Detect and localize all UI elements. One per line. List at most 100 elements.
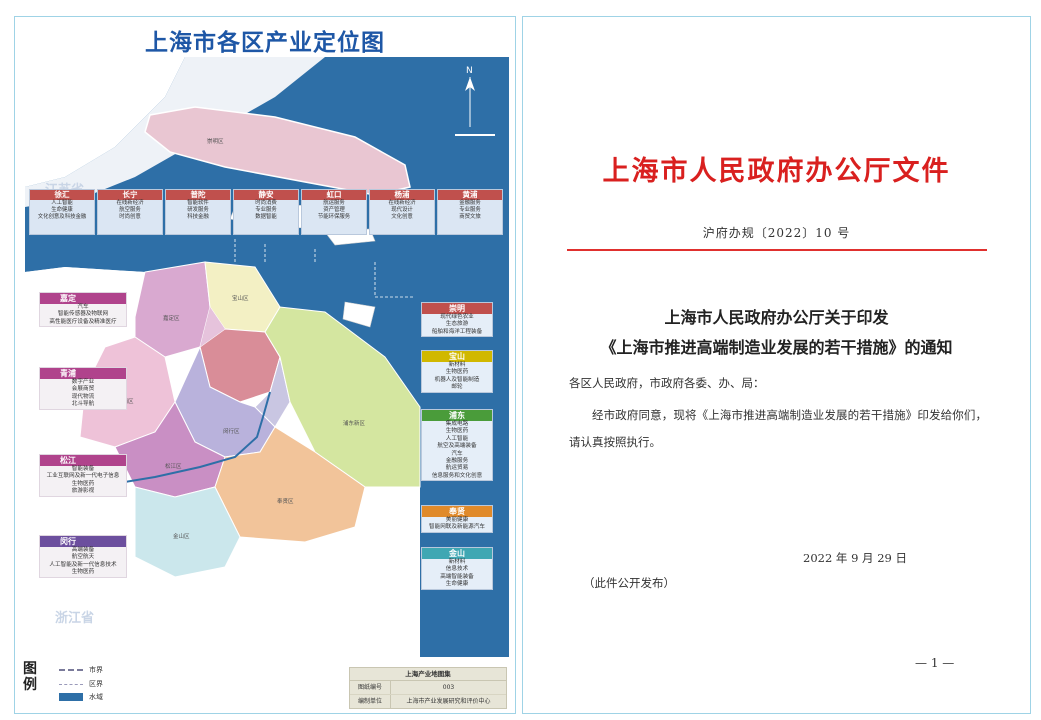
district-box: 奉贤 美丽健康 智能网联及新能源汽车	[421, 505, 493, 533]
district-industry: 现代设计	[391, 207, 413, 213]
district-industry: 旅游影视	[71, 488, 95, 495]
atlas-value: 上海市产业发展研究和评价中心	[406, 698, 491, 705]
district-box-title: 闵行	[40, 536, 126, 547]
district-industry: 汽车	[451, 450, 463, 457]
atlas-info-block: 上海产业地图集 图纸编号 003 编制单位 上海市产业发展研究和评价中心	[349, 667, 507, 709]
district-box-title: 虹口	[302, 190, 366, 200]
dotted-line-icon	[59, 683, 83, 685]
district-industry: 航空及高端装备	[437, 443, 477, 450]
district-industry: 生命健康	[445, 581, 469, 588]
district-industry: 生物医药	[71, 569, 95, 576]
district-industry: 生物医药	[445, 369, 469, 376]
district-industry: 在线新经济	[116, 200, 144, 206]
district-industry: 船舶和海洋工程装备	[431, 328, 483, 335]
district-industry: 航运贸易	[445, 465, 469, 472]
district-box-title: 杨浦	[370, 190, 434, 200]
district-box-title: 长宁	[98, 190, 162, 200]
document-number: 沪府办规〔2022〕10 号	[702, 226, 851, 240]
district-industry: 信息服务和文化创意	[431, 472, 483, 479]
map-title: 上海市各区产业定位图	[145, 30, 385, 56]
district-box: 虹口 航运服务 资产管理 节能环保服务	[301, 189, 367, 235]
district-industry: 资产管理	[323, 207, 345, 213]
district-industry: 智能软件	[187, 200, 209, 206]
district-industry: 航空航天	[71, 554, 95, 561]
district-industry: 工业互联网及新一代电子信息	[46, 473, 120, 480]
document-body: 经市政府同意，现将《上海市推进高端制造业发展的若干措施》印发给你们，请认真按照执…	[569, 408, 987, 449]
district-industry: 生命健康	[51, 207, 73, 213]
district-industry: 文化创意	[391, 214, 413, 220]
district-box-title: 徐汇	[30, 190, 94, 200]
district-box-title: 青浦	[40, 368, 126, 379]
district-box: 金山 新材料 信息技术 高端智能装备 生命健康	[421, 547, 493, 590]
legend-title: 图例	[23, 661, 37, 693]
legend-label: 水域	[89, 693, 103, 701]
district-industry: 智能网联及新能源汽车	[429, 524, 485, 531]
district-industry: 高性能医疗设备及精准医疗	[49, 318, 117, 325]
red-divider	[567, 249, 987, 251]
atlas-row: 图纸编号 003	[350, 681, 506, 695]
district-box: 杨浦 在线新经济 现代设计 文化创意	[369, 189, 435, 235]
district-box-title: 浦东	[422, 410, 492, 421]
jiading-district	[134, 261, 211, 358]
atlas-title: 上海产业地图集	[350, 668, 506, 681]
district-box-title: 普陀	[166, 190, 230, 200]
atlas-key: 编制单位	[350, 695, 391, 708]
district-box: 静安 时尚消费 专业服务 数据智能	[233, 189, 299, 235]
district-box: 浦东 集成电路 生物医药 人工智能 航空及高端装备 汽车 金融服务 航运贸易 信…	[421, 409, 493, 482]
document-salutation: 各区人民政府，市政府各委、办、局：	[569, 376, 765, 390]
district-industry: 商贸文旅	[459, 214, 481, 220]
atlas-row: 编制单位 上海市产业发展研究和评价中心	[350, 695, 506, 708]
district-box-title: 奉贤	[422, 506, 492, 517]
jinshan-map-label: 金山区	[173, 534, 190, 540]
jiading-map-label: 嘉定区	[163, 316, 180, 322]
page-number: — 1 —	[915, 656, 955, 670]
district-industry: 数据智能	[255, 214, 277, 220]
district-box: 闵行 高端装备 航空航天 人工智能及新一代信息技术 生物医药	[39, 535, 127, 578]
legend-label: 市界	[89, 666, 103, 674]
district-box: 崇明 现代绿色农业 生态旅游 船舶和海洋工程装备	[421, 302, 493, 338]
district-box: 普陀 智能软件 研发服务 科技金融	[165, 189, 231, 235]
district-industry: 时尚创意	[119, 214, 141, 220]
district-industry: 航运服务	[323, 200, 345, 206]
district-industry: 信息技术	[445, 566, 469, 573]
district-industry: 航空服务	[119, 207, 141, 213]
zhejiang-label: 浙江省	[55, 611, 95, 626]
district-industry: 邮轮	[451, 384, 463, 391]
district-industry: 文化创意及科技金融	[37, 214, 87, 220]
district-box-title: 金山	[422, 548, 492, 559]
district-box-title: 静安	[234, 190, 298, 200]
district-box: 松江 智能装备 工业互联网及新一代电子信息 生物医药 旅游影视	[39, 454, 127, 497]
document-title-line2: 《上海市推进高端制造业发展的若干措施》的通知	[600, 338, 953, 357]
district-box: 长宁 在线新经济 航空服务 时尚创意	[97, 189, 163, 235]
district-industry: 生态旅游	[445, 321, 469, 328]
district-box-title: 黄浦	[438, 190, 502, 200]
atlas-value: 003	[442, 684, 455, 691]
fengxian-map-label: 奉贤区	[277, 499, 294, 505]
district-industry: 会展商贸	[71, 386, 95, 393]
district-industry: 专业服务	[255, 207, 277, 213]
songjiang-map-label: 松江区	[165, 464, 182, 470]
baoshan-map-label: 宝山区	[232, 296, 249, 302]
svg-text:N: N	[466, 66, 473, 76]
document-title-line1: 上海市人民政府办公厅关于印发	[664, 308, 889, 327]
minhang-map-label: 闵行区	[223, 429, 240, 435]
pudong-map-label: 浦东新区	[343, 421, 366, 427]
legend-item-water: 水域	[59, 692, 103, 702]
legend-item-city-boundary: 市界	[59, 665, 103, 675]
district-box-title: 松江	[40, 455, 126, 466]
district-industry: 金融服务	[459, 200, 481, 206]
district-industry: 生物医药	[445, 428, 469, 435]
legend-item-district-boundary: 区界	[59, 679, 103, 689]
district-box-title: 崇明	[422, 303, 492, 314]
legend-label: 区界	[89, 680, 103, 688]
district-box-title: 嘉定	[40, 293, 126, 304]
district-industry: 在线新经济	[388, 200, 416, 206]
district-industry: 人工智能	[51, 200, 73, 206]
district-industry: 智能传感器及物联网	[57, 311, 109, 318]
district-industry: 节能环保服务	[317, 214, 351, 220]
map-panel: 上海市各区产业定位图 N 浙江省 崇明区 宝山区 嘉定区 松江区 闵行区 浦东新…	[14, 16, 516, 714]
chongming-map-label: 崇明区	[207, 139, 224, 145]
document-issuer-heading: 上海市人民政府办公厅文件	[602, 156, 951, 187]
district-box: 宝山 新材料 生物医药 机器人及智能制造 邮轮	[421, 350, 493, 393]
district-box: 徐汇 人工智能 生命健康 文化创意及科技金融	[29, 189, 95, 235]
